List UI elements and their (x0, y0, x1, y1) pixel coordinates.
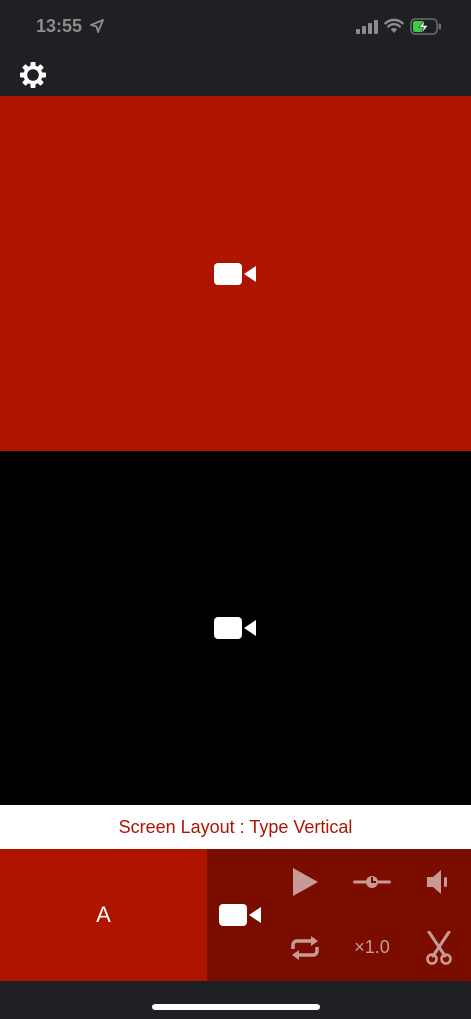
control-panel: A ×1.0 (0, 849, 471, 981)
top-toolbar (0, 54, 471, 96)
screen-layout-bar[interactable]: Screen Layout : Type Vertical (0, 805, 471, 849)
video-pane-b[interactable] (0, 451, 471, 805)
gear-icon[interactable] (18, 60, 48, 90)
playback-controls: ×1.0 (207, 849, 471, 981)
select-a-button[interactable]: A (0, 849, 207, 981)
location-arrow-icon (90, 19, 104, 33)
select-a-label: A (96, 902, 111, 927)
screen-layout-label: Screen Layout : Type Vertical (118, 816, 353, 837)
playback-speed-label[interactable]: ×1.0 (349, 937, 395, 961)
cellular-signal-icon (356, 20, 378, 34)
home-indicator[interactable] (152, 1004, 320, 1010)
loop-icon[interactable] (287, 935, 323, 961)
status-bar: 13:55 (0, 0, 471, 54)
status-time: 13:55 (36, 16, 83, 36)
battery-charging-icon (410, 18, 441, 35)
play-icon[interactable] (291, 867, 319, 897)
home-area (0, 981, 471, 1019)
slider-icon[interactable] (353, 873, 391, 891)
video-camera-icon (214, 263, 256, 285)
wifi-icon (384, 18, 404, 33)
scissors-icon[interactable] (425, 931, 453, 965)
volume-icon[interactable] (425, 869, 451, 895)
video-pane-a[interactable] (0, 96, 471, 451)
video-camera-icon[interactable] (219, 903, 263, 927)
video-camera-icon (214, 617, 256, 639)
